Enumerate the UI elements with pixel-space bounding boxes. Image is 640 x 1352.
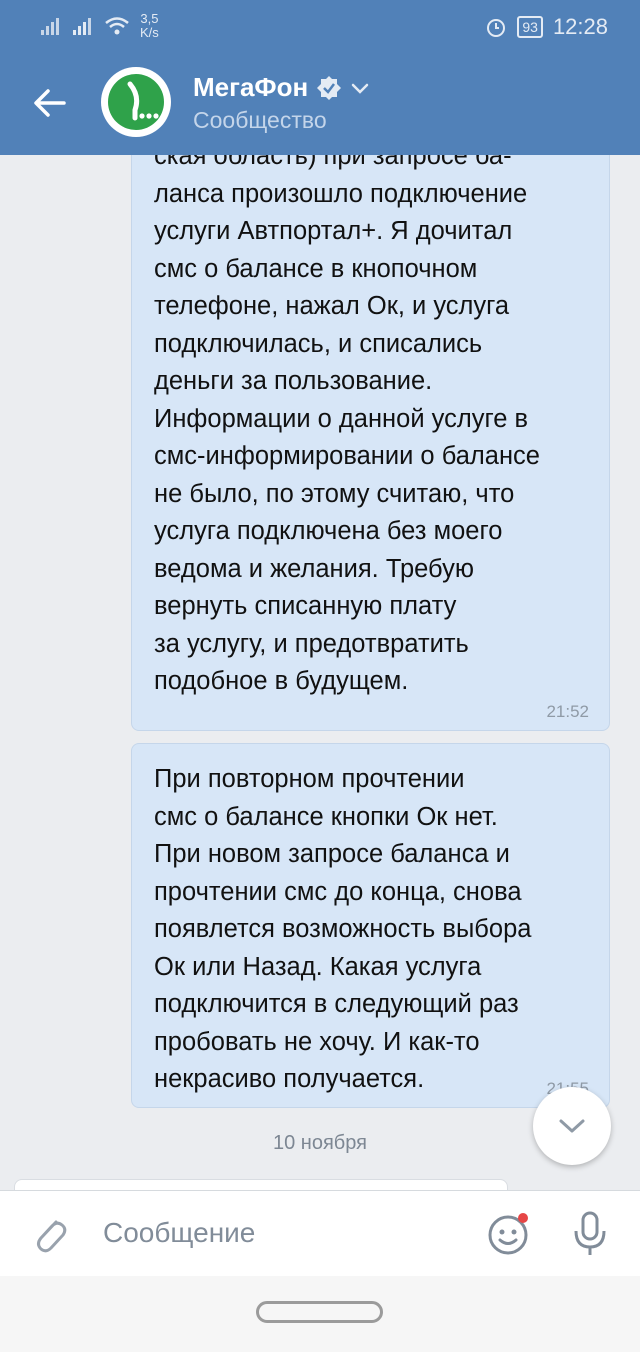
message-line: ланса произошло подключение bbox=[154, 179, 528, 208]
avatar[interactable] bbox=[101, 67, 171, 137]
message-text: При повторном прочтении смс о балансе кн… bbox=[154, 761, 531, 1099]
message-line: услуга подключена без моего bbox=[154, 517, 503, 545]
voice-message-button[interactable] bbox=[570, 1209, 610, 1259]
chevron-down-icon bbox=[351, 83, 369, 94]
message-line: При новом запросе баланса и bbox=[154, 840, 510, 868]
microphone-icon bbox=[574, 1211, 606, 1255]
app-header: 3,5 K/s 93 12:28 МегаФон Сообщество bbox=[0, 0, 640, 155]
battery-indicator: 93 bbox=[517, 16, 543, 38]
paperclip-icon bbox=[37, 1220, 67, 1253]
message-line: ская область) при запросе ба- bbox=[154, 155, 512, 170]
system-nav-bar bbox=[0, 1276, 640, 1352]
message-line: Информации о данной услуге в bbox=[154, 404, 529, 433]
message-line: деньги за пользование. bbox=[154, 367, 433, 395]
speed-unit: K/s bbox=[140, 25, 159, 40]
scroll-down-button[interactable] bbox=[533, 1087, 611, 1165]
message-line: за услугу, и предотвратить bbox=[154, 629, 469, 658]
megafon-logo-icon bbox=[108, 74, 164, 130]
message-list[interactable]: ская область) при запросе ба- ланса прои… bbox=[0, 155, 640, 1195]
message-line: подключится в следующий раз bbox=[154, 990, 519, 1018]
back-button[interactable] bbox=[30, 83, 70, 123]
message-line: подобное в будущем. bbox=[154, 667, 409, 695]
chat-title[interactable]: МегаФон bbox=[193, 72, 370, 103]
message-input[interactable]: Сообщение bbox=[103, 1217, 255, 1249]
message-line: пробовать не хочу. И как-то bbox=[154, 1027, 480, 1056]
message-line: телефоне, нажал Ок, и услуга bbox=[154, 292, 510, 320]
arrow-left-icon bbox=[34, 89, 66, 117]
signal-icon bbox=[41, 18, 59, 35]
smiley-icon bbox=[488, 1213, 528, 1255]
speed-value: 3,5 bbox=[140, 11, 159, 26]
message-line: не было, по этому считаю, что bbox=[154, 479, 515, 508]
signal-icon bbox=[73, 18, 91, 35]
wifi-icon bbox=[105, 17, 129, 35]
emoji-button[interactable] bbox=[486, 1211, 532, 1257]
message-line: подключилась, и списались bbox=[154, 329, 483, 358]
message-line: При повторном прочтении bbox=[154, 765, 465, 793]
community-name: МегаФон bbox=[193, 72, 309, 102]
message-text: ская область) при запросе ба- ланса прои… bbox=[154, 155, 540, 701]
verified-check-icon bbox=[317, 75, 342, 100]
message-line: вернуть списанную плату bbox=[154, 592, 457, 620]
message-line: Ок или Назад. Какая услуга bbox=[154, 952, 482, 981]
message-bubble[interactable]: ская область) при запросе ба- ланса прои… bbox=[131, 155, 610, 731]
clock: 12:28 bbox=[552, 14, 608, 39]
message-time: 21:52 bbox=[546, 702, 589, 721]
message-line: появлется возможность выбора bbox=[154, 915, 532, 943]
message-line: прочтении смс до конца, снова bbox=[154, 877, 522, 906]
community-subtitle: Сообщество bbox=[193, 107, 327, 133]
message-line: смс о балансе кнопки Ок нет. bbox=[154, 802, 498, 831]
alarm-icon bbox=[487, 19, 506, 37]
message-line: смс о балансе в кнопочном bbox=[154, 254, 478, 283]
message-line: некрасиво получается. bbox=[154, 1065, 425, 1093]
attach-button[interactable] bbox=[30, 1212, 70, 1256]
home-gesture-bar[interactable] bbox=[256, 1301, 383, 1323]
status-bar: 3,5 K/s 93 12:28 bbox=[0, 0, 640, 55]
message-line: смс-информировании о балансе bbox=[154, 442, 540, 470]
message-composer: Сообщение bbox=[0, 1190, 640, 1277]
chevron-down-icon bbox=[559, 1119, 585, 1133]
message-bubble[interactable]: При повторном прочтении смс о балансе кн… bbox=[131, 743, 610, 1108]
message-line: услуги Автпортал+. Я дочитал bbox=[154, 217, 513, 245]
network-speed: 3,5 K/s bbox=[140, 12, 159, 40]
message-line: ведома и желания. Требую bbox=[154, 554, 474, 583]
